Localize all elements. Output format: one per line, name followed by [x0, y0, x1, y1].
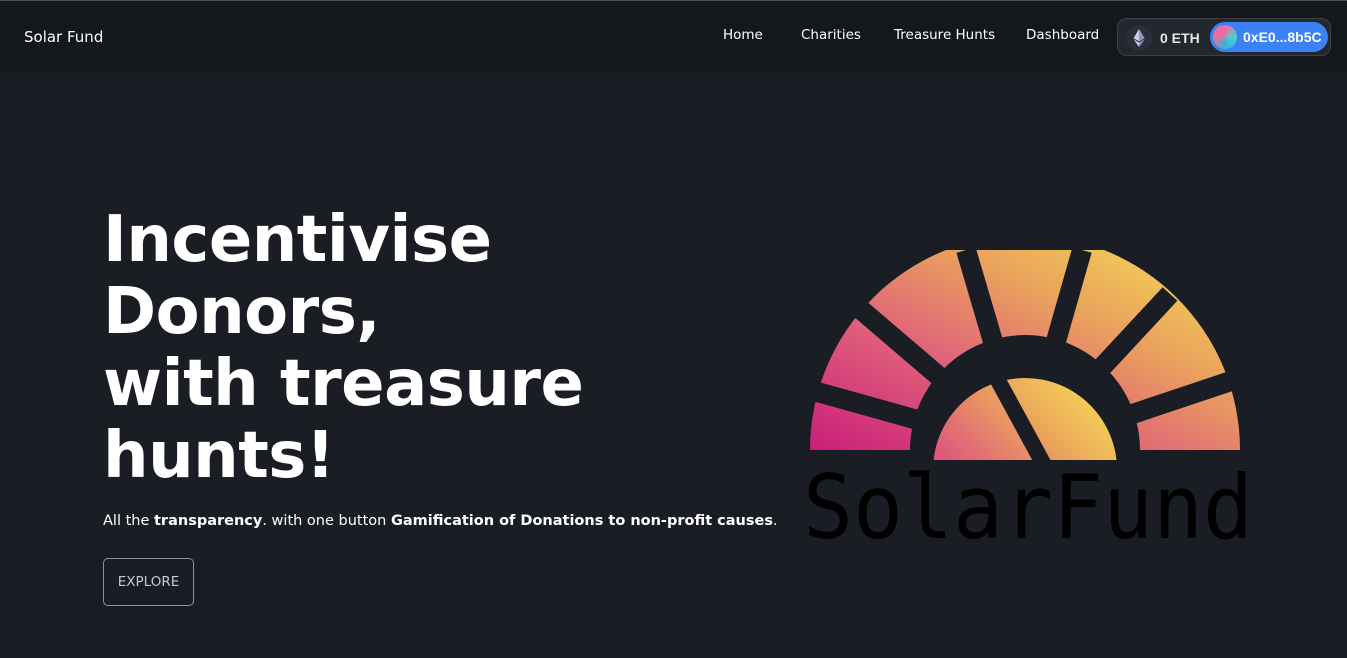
- subtitle-text: All the: [103, 513, 154, 529]
- nav-link-charities[interactable]: Charities: [801, 27, 861, 43]
- wallet-connect-widget[interactable]: 0 ETH 0xE0...8b5C: [1117, 18, 1331, 56]
- wallet-avatar-icon: [1213, 25, 1237, 49]
- account-address-button[interactable]: 0xE0...8b5C: [1210, 22, 1328, 52]
- subtitle-bold-gamification: Gamification of Donations to non-profit …: [390, 513, 773, 529]
- eth-balance: 0 ETH: [1160, 30, 1200, 46]
- top-navbar: Solar Fund Home Charities Treasure Hunts…: [0, 1, 1347, 72]
- logo-wordmark: SolarFund: [803, 456, 1253, 550]
- nav-link-treasure-hunts[interactable]: Treasure Hunts: [894, 27, 995, 43]
- nav-link-home[interactable]: Home: [723, 27, 763, 43]
- explore-button[interactable]: EXPLORE: [103, 558, 194, 606]
- hero-subtitle: All the transparency. with one button Ga…: [103, 513, 778, 529]
- subtitle-bold-transparency: transparency: [154, 513, 263, 529]
- hero-headline-line: Incentivise: [103, 203, 492, 277]
- solarfund-logo: SolarFund: [790, 250, 1260, 559]
- hero-headline-line: hunts!: [103, 419, 335, 493]
- subtitle-text: .: [772, 513, 778, 529]
- subtitle-text: . with one button: [262, 513, 391, 529]
- ethereum-icon: [1126, 25, 1152, 51]
- hero-headline-line: with treasure: [103, 347, 584, 421]
- nav-link-dashboard[interactable]: Dashboard: [1026, 27, 1099, 43]
- hero-headline-line: Donors,: [103, 275, 381, 349]
- hero-headline: Incentivise Donors, with treasure hunts!: [103, 204, 663, 492]
- account-address: 0xE0...8b5C: [1243, 29, 1322, 45]
- brand-name[interactable]: Solar Fund: [24, 28, 103, 46]
